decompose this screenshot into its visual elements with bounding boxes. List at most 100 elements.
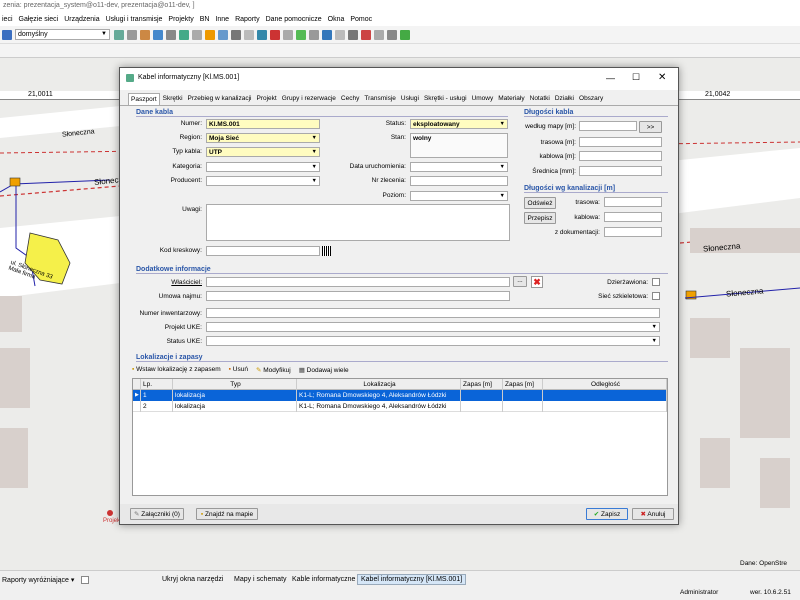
nr-field[interactable] <box>410 176 508 186</box>
menu-raporty[interactable]: Raporty <box>235 16 260 23</box>
menu-urzadzenia[interactable]: Urządzenia <box>64 16 99 23</box>
tab-skretki-uslugi[interactable]: Skrętki - usługi <box>422 93 469 105</box>
menu-sieci[interactable]: ieci <box>2 16 13 23</box>
trasowa-field[interactable] <box>579 137 662 147</box>
taskbar-tab-maps[interactable]: Mapy i schematy <box>234 576 287 583</box>
column-header[interactable]: Lp. <box>141 379 173 390</box>
status-select[interactable]: eksploatowany ▼ <box>410 119 508 129</box>
menu-inne[interactable]: Inne <box>215 16 229 23</box>
kategoria-select[interactable]: ▼ <box>206 162 320 172</box>
wlasciciel-label[interactable]: Właściciel: <box>126 279 202 286</box>
column-header[interactable]: Typ <box>173 379 297 390</box>
save-button[interactable]: ✔ Zapisz <box>586 508 628 520</box>
tool-icon[interactable] <box>296 29 306 40</box>
poziom-select[interactable]: ▼ <box>410 191 508 201</box>
tool-icon[interactable] <box>140 29 150 40</box>
srednica-field[interactable] <box>579 166 662 176</box>
wlasciciel-field[interactable] <box>206 277 510 287</box>
dzierzawiona-checkbox[interactable] <box>652 278 660 286</box>
tool-icon[interactable] <box>361 29 371 40</box>
taskbar-tab-cable[interactable]: Kabel informatyczny [Kl.MS.001] <box>357 574 467 585</box>
tool-icon[interactable] <box>348 29 358 40</box>
tab-skretki[interactable]: Skrętki <box>161 93 185 105</box>
typ-select[interactable]: UTP ▼ <box>206 147 320 157</box>
taskbar-tab-cables[interactable]: Kable informatyczne <box>292 576 355 583</box>
browse-button[interactable]: ... <box>513 276 527 287</box>
tool-icon[interactable] <box>244 29 254 40</box>
tool-icon[interactable] <box>335 29 345 40</box>
tab-umowy[interactable]: Umowy <box>470 93 496 105</box>
tool-icon[interactable] <box>257 29 267 40</box>
tab-cechy[interactable]: Cechy <box>339 93 361 105</box>
tool-icon[interactable] <box>387 29 397 40</box>
tab-przebieg[interactable]: Przebieg w kanalizacji <box>186 93 254 105</box>
tool-icon[interactable] <box>192 29 202 40</box>
table-row[interactable]: ▶ 1 lokalizacja K1-L; Romana Dmowskiego … <box>133 390 667 401</box>
tool-icon[interactable] <box>166 29 176 40</box>
tab-dzialki[interactable]: Działki <box>553 93 576 105</box>
raporty-checkbox[interactable] <box>81 576 89 584</box>
kod-field[interactable] <box>206 246 320 256</box>
menu-galezie[interactable]: Gałęzie sieci <box>19 16 59 23</box>
menu-bn[interactable]: BN <box>200 16 210 23</box>
tab-paszport[interactable]: Paszport <box>128 93 160 105</box>
tool-icon[interactable] <box>231 29 241 40</box>
tool-icon[interactable] <box>270 29 280 40</box>
tool-icon[interactable] <box>218 29 228 40</box>
add-many-button[interactable]: ▦ Dodawaj wiele <box>299 366 349 374</box>
tab-notatki[interactable]: Notatki <box>528 93 552 105</box>
tab-materialy[interactable]: Materiały <box>496 93 526 105</box>
numer-inw-field[interactable] <box>206 308 660 318</box>
tab-uslugi[interactable]: Usługi <box>399 93 421 105</box>
barcode-icon[interactable] <box>322 246 331 256</box>
kablowa-field[interactable] <box>579 151 662 161</box>
tab-projekt[interactable]: Projekt <box>254 93 278 105</box>
close-icon[interactable]: ✕ <box>658 72 666 83</box>
tab-grupy[interactable]: Grupy i rezerwacje <box>280 93 338 105</box>
menu-okna[interactable]: Okna <box>328 16 345 23</box>
column-header[interactable]: Odległość <box>543 379 667 390</box>
tool-icon[interactable] <box>153 29 163 40</box>
maximize-icon[interactable]: ☐ <box>632 72 640 83</box>
copy-length-button[interactable]: >> <box>639 121 662 133</box>
menu-uslugi[interactable]: Usługi i transmisje <box>106 16 163 23</box>
clear-icon[interactable]: ✖ <box>531 276 543 288</box>
tool-icon[interactable] <box>400 29 410 40</box>
status-uke-select[interactable]: ▼ <box>206 336 660 346</box>
add-location-button[interactable]: ▪ Wstaw lokalizację z zapasem <box>132 366 221 374</box>
tab-obszary[interactable]: Obszary <box>577 93 605 105</box>
siec-checkbox[interactable] <box>652 292 660 300</box>
numer-field[interactable]: Kl.MS.001 <box>206 119 320 129</box>
region-select[interactable]: Moja Sieć ▼ <box>206 133 320 143</box>
column-header[interactable]: Zapas [m] <box>503 379 543 390</box>
delete-location-button[interactable]: ▪ Usuń <box>229 366 248 374</box>
tool-icon[interactable] <box>205 29 215 40</box>
hide-tools-tab[interactable]: Ukryj okna narzędzi <box>162 576 223 583</box>
menu-pomoc[interactable]: Pomoc <box>350 16 372 23</box>
tool-icon[interactable] <box>179 29 189 40</box>
uwagi-textarea[interactable] <box>206 204 510 241</box>
data-field[interactable]: ▼ <box>410 162 508 172</box>
tool-icon[interactable] <box>374 29 384 40</box>
attachments-button[interactable]: ✎ Załączniki (0) <box>130 508 184 520</box>
table-row[interactable]: 2 lokalizacja K1-L; Romana Dmowskiego 4,… <box>133 401 667 412</box>
search-icon[interactable] <box>2 29 12 40</box>
raporty-dropdown[interactable]: Raporty wyróżniające ▾ <box>2 576 74 584</box>
projekt-uke-select[interactable]: ▼ <box>206 322 660 332</box>
menu-dane-pomocnicze[interactable]: Dane pomocnicze <box>266 16 322 23</box>
tool-icon[interactable] <box>127 29 137 40</box>
column-header[interactable]: Zapas [m] <box>461 379 503 390</box>
tool-icon[interactable] <box>309 29 319 40</box>
producent-select[interactable]: ▼ <box>206 176 320 186</box>
cancel-button[interactable]: ✖ Anuluj <box>632 508 674 520</box>
tool-icon[interactable] <box>283 29 293 40</box>
tool-icon[interactable] <box>322 29 332 40</box>
modify-location-button[interactable]: ✎ Modyfikuj <box>256 366 291 374</box>
tool-icon[interactable] <box>114 29 124 40</box>
menu-projekty[interactable]: Projekty <box>168 16 193 23</box>
tab-transmisje[interactable]: Transmisje <box>362 93 398 105</box>
column-header[interactable]: Lokalizacja <box>297 379 461 390</box>
find-on-map-button[interactable]: ▪ Znajdź na mapie <box>196 508 258 520</box>
profile-select[interactable]: domyślny ▼ <box>15 29 110 40</box>
minimize-icon[interactable]: — <box>606 73 615 83</box>
